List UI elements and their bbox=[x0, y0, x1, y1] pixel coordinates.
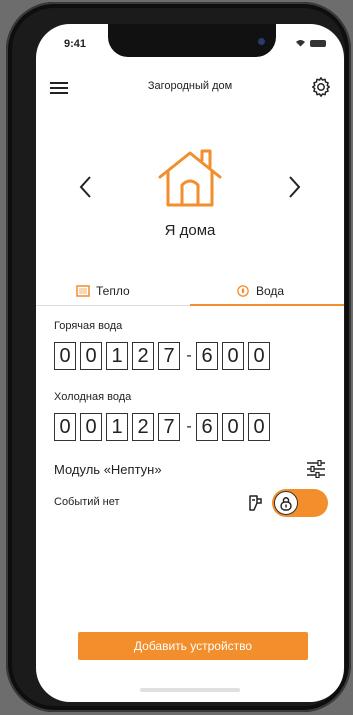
top-bar: Загородный дом bbox=[36, 74, 344, 104]
counter-digit: 7 bbox=[158, 342, 180, 370]
tab-heat-label: Тепло bbox=[96, 284, 130, 298]
cold-water-label: Холодная вода bbox=[54, 391, 132, 403]
chevron-left-icon[interactable] bbox=[76, 174, 96, 200]
add-device-button[interactable]: Добавить устройство bbox=[78, 632, 308, 660]
home-indicator bbox=[140, 688, 240, 692]
page-title: Загородный дом bbox=[147, 80, 233, 92]
phone-frame: 9:41 Загородный дом Я дома Тепло Вода Го… bbox=[6, 2, 351, 712]
tab-bar: Тепло Вода bbox=[36, 279, 344, 306]
counter-digit: 6 bbox=[196, 342, 218, 370]
counter-digit: 2 bbox=[132, 342, 154, 370]
valve-icon bbox=[249, 495, 262, 511]
module-title: Модуль «Нептун» bbox=[54, 462, 162, 477]
house-icon bbox=[158, 149, 222, 207]
counter-separator: - bbox=[186, 347, 192, 364]
wifi-icon bbox=[296, 40, 305, 47]
counter-digit: 2 bbox=[132, 413, 154, 441]
gear-icon[interactable] bbox=[310, 76, 332, 98]
active-tab-indicator bbox=[190, 304, 344, 306]
events-status: Событий нет bbox=[54, 496, 120, 508]
counter-digit: 0 bbox=[222, 413, 244, 441]
counter-digit: 6 bbox=[196, 413, 218, 441]
camera-icon bbox=[258, 38, 265, 45]
lock-icon bbox=[280, 497, 292, 511]
tab-heat[interactable]: Тепло bbox=[76, 279, 130, 303]
sliders-icon[interactable] bbox=[306, 460, 326, 478]
counter-digit: 1 bbox=[106, 413, 128, 441]
status-icons bbox=[295, 39, 326, 47]
radiator-icon bbox=[76, 285, 90, 297]
counter-digit: 0 bbox=[80, 413, 102, 441]
toggle-knob bbox=[274, 491, 298, 515]
app-screen: 9:41 Загородный дом Я дома Тепло Вода Го… bbox=[36, 24, 344, 702]
tab-water-label: Вода bbox=[256, 284, 285, 298]
tab-water[interactable]: Вода bbox=[236, 279, 284, 303]
counter-digit: 1 bbox=[106, 342, 128, 370]
counter-digit: 0 bbox=[54, 413, 76, 441]
hot-water-counter: 0 0 1 2 7 - 6 0 0 bbox=[54, 342, 274, 370]
status-time: 9:41 bbox=[64, 38, 87, 50]
phone-notch bbox=[108, 24, 276, 57]
hot-water-label: Горячая вода bbox=[54, 320, 123, 332]
chevron-right-icon[interactable] bbox=[284, 174, 304, 200]
counter-digit: 0 bbox=[248, 342, 270, 370]
counter-digit: 0 bbox=[248, 413, 270, 441]
valve-toggle[interactable] bbox=[272, 489, 328, 517]
mode-label: Я дома bbox=[164, 222, 216, 239]
cold-water-counter: 0 0 1 2 7 - 6 0 0 bbox=[54, 413, 274, 441]
counter-digit: 0 bbox=[54, 342, 76, 370]
counter-separator: - bbox=[186, 418, 192, 435]
counter-digit: 0 bbox=[222, 342, 244, 370]
water-drop-icon bbox=[237, 285, 249, 297]
counter-digit: 7 bbox=[158, 413, 180, 441]
counter-digit: 0 bbox=[80, 342, 102, 370]
battery-icon bbox=[310, 39, 326, 47]
